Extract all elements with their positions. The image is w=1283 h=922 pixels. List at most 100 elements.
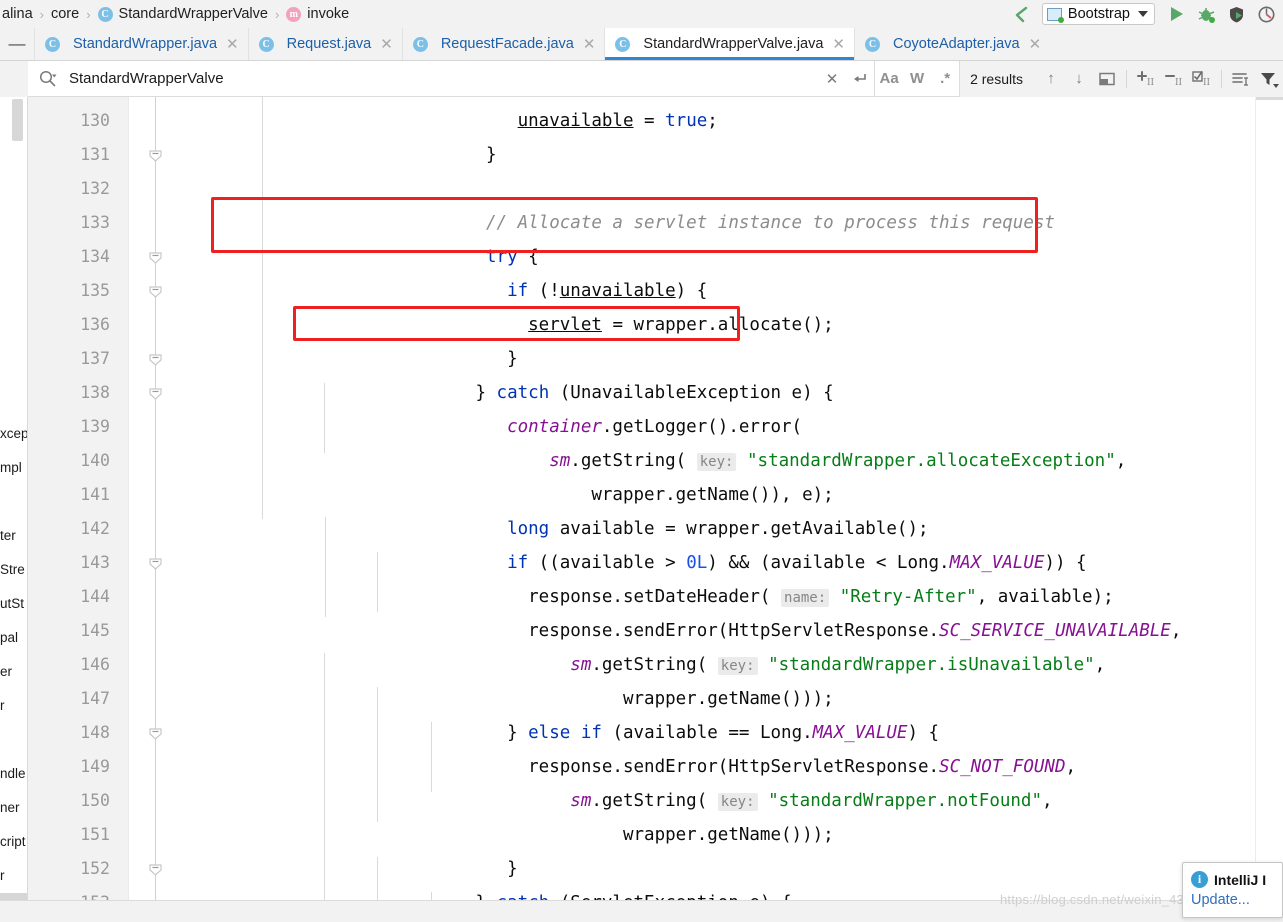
code-line[interactable]: wrapper.getName()), e); [191, 478, 833, 512]
code-line[interactable]: } [191, 852, 518, 886]
back-arrow-icon[interactable] [1006, 1, 1036, 27]
tab-label: StandardWrapper.java [73, 36, 218, 52]
breadcrumb-item-package[interactable]: core [51, 6, 79, 22]
line-number: 152 [80, 859, 110, 878]
class-icon: C [97, 6, 113, 22]
run-configuration-name: Bootstrap [1067, 6, 1130, 22]
code-line[interactable]: } [191, 342, 518, 376]
add-selection-button[interactable]: II [1132, 64, 1160, 93]
search-history-icon[interactable] [846, 65, 874, 93]
hide-tabs-button[interactable]: — [0, 28, 34, 60]
close-icon[interactable]: ✕ [1029, 35, 1042, 53]
svg-text:II: II [1203, 78, 1211, 88]
line-number: 144 [80, 587, 110, 606]
code-line[interactable]: sm.getString( key: "standardWrapper.notF… [191, 784, 1053, 818]
fold-collapse-icon[interactable] [148, 556, 163, 571]
find-input-wrapper[interactable]: StandardWrapperValve [28, 61, 818, 97]
tab-label: RequestFacade.java [440, 36, 574, 52]
fold-collapse-icon[interactable] [148, 862, 163, 877]
tab-standardwrappervalve-java[interactable]: C StandardWrapperValve.java ✕ [604, 28, 854, 60]
code-line[interactable]: if (!unavailable) { [191, 274, 707, 308]
select-all-occurrences-button[interactable]: II [1188, 64, 1216, 93]
editor-scrollbar[interactable] [1255, 97, 1283, 900]
line-number: 131 [80, 145, 110, 164]
tool-window-scrollbar[interactable] [10, 97, 23, 900]
find-toolbar: StandardWrapperValve ✕ Aa W .* 2 results… [28, 60, 1283, 97]
run-with-coverage-button[interactable] [1221, 1, 1251, 27]
line-number: 142 [80, 519, 110, 538]
code-line[interactable]: } catch (ServletException e) { [191, 886, 791, 900]
breadcrumb-item-module[interactable]: alina [2, 6, 33, 22]
fold-collapse-icon[interactable] [148, 284, 163, 299]
breadcrumb-item-class[interactable]: C StandardWrapperValve [97, 6, 268, 22]
code-editor[interactable]: 130 131 132 133 134 135 136 137 138 139 140 141 142 1… [28, 97, 1255, 900]
preserve-case-button[interactable] [1227, 64, 1255, 93]
indent-guide [324, 383, 325, 453]
code-line[interactable]: try { [191, 240, 539, 274]
close-icon[interactable]: ✕ [583, 35, 596, 53]
tab-coyoteadapter-java[interactable]: C CoyoteAdapter.java ✕ [854, 28, 1051, 60]
find-previous-button[interactable]: ↑ [1037, 64, 1065, 93]
fold-collapse-icon[interactable] [148, 386, 163, 401]
code-line[interactable]: unavailable = true; [191, 104, 718, 138]
filter-icon[interactable] [1255, 64, 1283, 93]
regex-toggle[interactable]: .* [931, 65, 959, 93]
class-icon: C [865, 36, 880, 52]
code-line[interactable]: sm.getString( key: "standardWrapper.allo… [191, 444, 1126, 478]
breadcrumb: alina › core › C StandardWrapperValve › … [0, 0, 1006, 28]
update-notification[interactable]: i IntelliJ I Update... [1182, 862, 1283, 918]
run-button[interactable] [1161, 1, 1191, 27]
search-icon[interactable] [38, 69, 57, 88]
debug-button[interactable] [1191, 1, 1221, 27]
code-line[interactable]: } else if (available == Long.MAX_VALUE) … [191, 716, 939, 750]
close-icon[interactable]: ✕ [380, 35, 393, 53]
run-configuration-selector[interactable]: Bootstrap [1041, 3, 1155, 25]
class-icon: C [412, 36, 428, 52]
tab-standardwrapper-java[interactable]: C StandardWrapper.java ✕ [34, 28, 248, 60]
run-configuration-icon [1046, 7, 1064, 23]
fold-collapse-icon[interactable] [148, 352, 163, 367]
find-next-button[interactable]: ↓ [1065, 64, 1093, 93]
breadcrumb-label: alina [2, 6, 33, 22]
code-line[interactable]: wrapper.getName())); [191, 818, 834, 852]
notification-header: i IntelliJ I [1183, 863, 1282, 888]
code-line[interactable]: sm.getString( key: "standardWrapper.isUn… [191, 648, 1105, 682]
tab-request-java[interactable]: C Request.java ✕ [247, 28, 402, 60]
code-line[interactable]: response.setDateHeader( name: "Retry-Aft… [191, 580, 1114, 614]
fold-collapse-icon[interactable] [148, 726, 163, 741]
open-in-find-window-button[interactable] [1093, 64, 1121, 93]
run-toolbar: Bootstrap [1006, 0, 1283, 28]
editor-scrollbar-thumb[interactable] [1256, 97, 1283, 100]
code-line[interactable]: long available = wrapper.getAvailable(); [191, 512, 928, 546]
breadcrumb-label: StandardWrapperValve [118, 6, 268, 22]
close-icon[interactable]: ✕ [226, 35, 239, 53]
remove-selection-button[interactable]: II [1160, 64, 1188, 93]
code-folding-column[interactable] [129, 97, 191, 900]
search-input[interactable]: StandardWrapperValve [69, 70, 224, 87]
breadcrumb-item-method[interactable]: m invoke [286, 6, 349, 22]
code-line[interactable]: // Allocate a servlet instance to proces… [191, 206, 1055, 240]
words-toggle[interactable]: W [903, 65, 931, 93]
clear-search-button[interactable]: ✕ [818, 65, 846, 93]
code-line[interactable]: container.getLogger().error( [191, 410, 802, 444]
code-line[interactable]: servlet = wrapper.allocate(); [191, 308, 834, 342]
tool-window-scrollbar-thumb[interactable] [12, 99, 23, 141]
tab-requestfacade-java[interactable]: C RequestFacade.java ✕ [401, 28, 605, 60]
line-number: 133 [80, 213, 110, 232]
line-number: 135 [80, 281, 110, 300]
notification-action-link[interactable]: Update... [1183, 888, 1282, 908]
close-icon[interactable]: ✕ [832, 35, 845, 53]
code-line[interactable]: wrapper.getName())); [191, 682, 834, 716]
match-case-toggle[interactable]: Aa [875, 65, 903, 93]
profiler-button[interactable] [1251, 1, 1281, 27]
breadcrumb-separator: › [39, 6, 44, 22]
fold-collapse-icon[interactable] [148, 148, 163, 163]
code-line[interactable]: response.sendError(HttpServletResponse.S… [191, 614, 1181, 648]
line-number: 140 [80, 451, 110, 470]
code-line[interactable]: } catch (UnavailableException e) { [191, 376, 833, 410]
code-text-area[interactable]: unavailable = true;} // Allocate a servle… [191, 97, 1255, 900]
breadcrumb-separator: › [86, 6, 91, 22]
code-line[interactable]: } [191, 138, 497, 172]
fold-collapse-icon[interactable] [148, 250, 163, 265]
editor-gutter[interactable]: 130 131 132 133 134 135 136 137 138 139 140 141 142 1… [28, 97, 129, 900]
